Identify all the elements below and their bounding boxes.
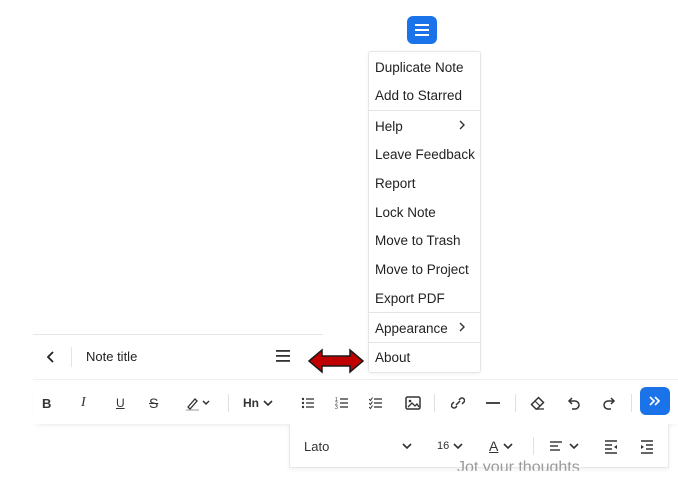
toolbar-divider bbox=[434, 394, 435, 412]
toolbar-divider bbox=[533, 437, 534, 455]
hamburger-icon bbox=[415, 24, 429, 36]
double-arrow-icon bbox=[307, 348, 365, 374]
menu-item-label: About bbox=[375, 349, 411, 365]
font-family-select[interactable]: Lato bbox=[304, 437, 329, 455]
chevron-down-icon bbox=[453, 443, 463, 450]
toolbar-divider bbox=[515, 394, 516, 412]
menu-item-help[interactable]: Help bbox=[369, 112, 480, 140]
menu-item-label: Appearance bbox=[375, 320, 448, 336]
heading-icon[interactable]: Hn bbox=[243, 394, 274, 412]
menu-item-label: Move to Project bbox=[375, 261, 469, 277]
menu-item-duplicate-note[interactable]: Duplicate Note bbox=[369, 53, 480, 81]
eraser-icon[interactable] bbox=[530, 394, 546, 412]
menu-item-label: Export PDF bbox=[375, 290, 445, 306]
menu-item-label: Add to Starred bbox=[375, 87, 463, 103]
outdent-icon[interactable] bbox=[604, 437, 618, 455]
undo-icon[interactable] bbox=[567, 394, 581, 412]
menu-divider bbox=[369, 110, 480, 111]
heading-label: Hn bbox=[243, 396, 259, 410]
hamburger-icon[interactable] bbox=[275, 348, 291, 364]
chevron-right-icon bbox=[459, 322, 465, 332]
chevron-down-icon bbox=[503, 443, 513, 450]
menu-item-add-to-starred[interactable]: Add to Starred bbox=[369, 81, 480, 109]
image-icon[interactable] bbox=[405, 394, 421, 412]
note-header: Note title bbox=[33, 334, 323, 379]
menu-item-label: Leave Feedback bbox=[375, 146, 475, 162]
note-options-menu: Duplicate Note Add to Starred Help Leave… bbox=[368, 51, 481, 373]
menu-item-appearance[interactable]: Appearance bbox=[369, 314, 480, 342]
double-chevron-right-icon bbox=[649, 396, 661, 406]
bullet-list-icon[interactable] bbox=[301, 394, 315, 412]
main-menu-button[interactable] bbox=[407, 16, 437, 44]
bold-icon[interactable]: B bbox=[42, 394, 51, 412]
menu-item-move-to-project[interactable]: Move to Project bbox=[369, 255, 480, 283]
menu-item-lock-note[interactable]: Lock Note bbox=[369, 198, 480, 226]
menu-item-export-pdf[interactable]: Export PDF bbox=[369, 284, 480, 312]
strikethrough-icon[interactable]: S bbox=[149, 394, 158, 412]
menu-item-leave-feedback[interactable]: Leave Feedback bbox=[369, 140, 480, 168]
horizontal-rule-icon[interactable] bbox=[485, 394, 501, 412]
expand-toolbar-button[interactable] bbox=[640, 387, 670, 415]
numbered-list-icon[interactable]: 1 2 3 bbox=[335, 394, 349, 412]
chevron-down-icon bbox=[263, 400, 273, 407]
editor-placeholder[interactable]: Jot your thoughts bbox=[457, 459, 580, 471]
menu-item-label: Report bbox=[375, 175, 416, 191]
formatting-toolbar: B I U S Hn 1 2 3 bbox=[33, 379, 678, 424]
chevron-down-icon[interactable] bbox=[401, 437, 413, 455]
font-size-value: 16 bbox=[437, 440, 450, 452]
italic-icon[interactable]: I bbox=[81, 394, 86, 412]
menu-item-label: Lock Note bbox=[375, 204, 436, 220]
chevron-left-icon[interactable] bbox=[43, 349, 59, 365]
highlight-icon[interactable] bbox=[185, 394, 213, 412]
underline-icon[interactable]: U bbox=[116, 394, 125, 412]
chevron-down-icon bbox=[569, 443, 579, 450]
svg-text:3: 3 bbox=[335, 405, 338, 411]
menu-item-move-to-trash[interactable]: Move to Trash bbox=[369, 226, 480, 254]
menu-item-about[interactable]: About bbox=[369, 343, 480, 371]
font-family-value: Lato bbox=[304, 438, 330, 454]
text-color-label: A bbox=[489, 438, 499, 454]
note-title[interactable]: Note title bbox=[86, 349, 137, 364]
menu-item-report[interactable]: Report bbox=[369, 169, 480, 197]
checklist-icon[interactable] bbox=[369, 394, 383, 412]
align-select[interactable] bbox=[549, 437, 580, 455]
menu-item-label: Duplicate Note bbox=[375, 59, 464, 75]
indent-icon[interactable] bbox=[640, 437, 654, 455]
toolbar-divider bbox=[631, 394, 632, 412]
align-left-icon bbox=[550, 441, 562, 451]
text-color-select[interactable]: A bbox=[489, 437, 514, 455]
font-size-select[interactable]: 16 bbox=[437, 437, 464, 455]
chevron-right-icon bbox=[459, 120, 465, 130]
link-icon[interactable] bbox=[451, 394, 465, 412]
menu-divider bbox=[369, 312, 480, 313]
menu-item-label: Help bbox=[375, 118, 403, 134]
redo-icon[interactable] bbox=[602, 394, 616, 412]
toolbar-divider bbox=[228, 394, 229, 412]
header-divider bbox=[71, 347, 72, 367]
menu-item-label: Move to Trash bbox=[375, 232, 461, 248]
